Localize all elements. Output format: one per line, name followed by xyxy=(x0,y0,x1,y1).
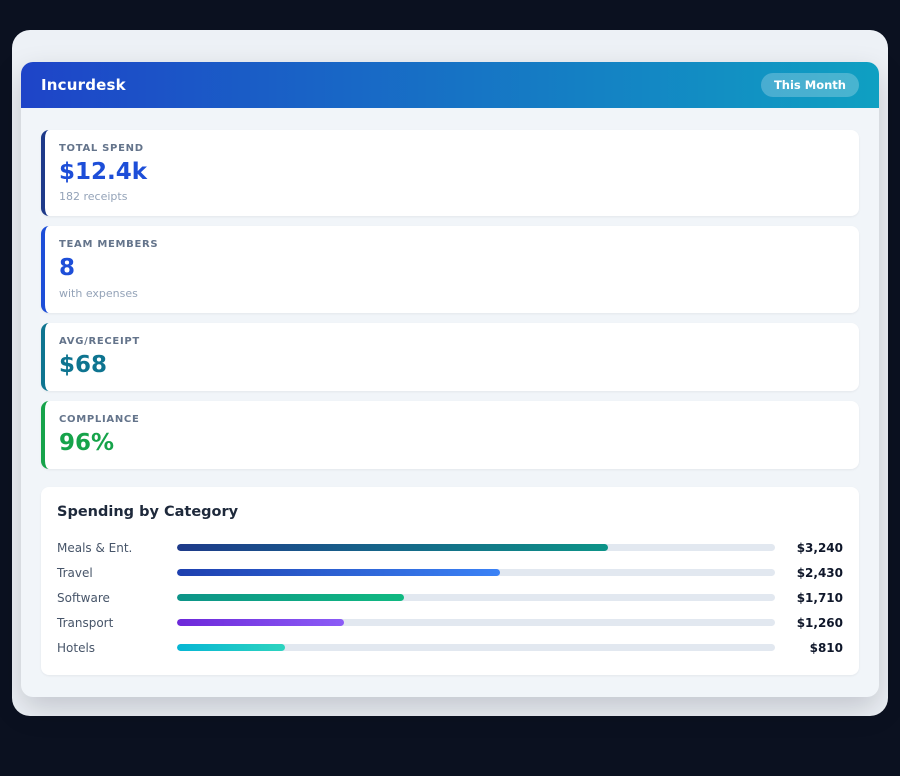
category-bar-track xyxy=(177,544,775,551)
category-bar-track xyxy=(177,594,775,601)
category-value: $810 xyxy=(785,641,843,655)
category-list: Meals & Ent. $3,240 Travel $2,430 Softwa… xyxy=(57,535,843,660)
category-value: $3,240 xyxy=(785,541,843,555)
stat-value: $12.4k xyxy=(59,160,843,185)
category-value: $2,430 xyxy=(785,566,843,580)
stat-card: AVG/RECEIPT $68 xyxy=(41,323,859,391)
category-label: Software xyxy=(57,591,177,605)
stat-value: 96% xyxy=(59,431,843,456)
category-bar-fill xyxy=(177,569,500,576)
category-bar-fill xyxy=(177,619,344,626)
stat-card: TEAM MEMBERS 8 with expenses xyxy=(41,226,859,312)
category-row: Meals & Ent. $3,240 xyxy=(57,535,843,560)
stat-label: COMPLIANCE xyxy=(59,414,843,425)
page-panel: Incurdesk This Month TOTAL SPEND $12.4k … xyxy=(12,30,888,716)
card-header: Incurdesk This Month xyxy=(21,62,879,108)
category-bar-fill xyxy=(177,644,285,651)
spending-title: Spending by Category xyxy=(57,504,843,520)
category-value: $1,260 xyxy=(785,616,843,630)
stat-value: $68 xyxy=(59,353,843,378)
app-title: Incurdesk xyxy=(41,76,126,94)
category-label: Hotels xyxy=(57,641,177,655)
stat-label: TOTAL SPEND xyxy=(59,143,843,154)
category-row: Transport $1,260 xyxy=(57,610,843,635)
category-value: $1,710 xyxy=(785,591,843,605)
stat-label: TEAM MEMBERS xyxy=(59,239,843,250)
stat-subtitle: with expenses xyxy=(59,287,843,300)
category-label: Meals & Ent. xyxy=(57,541,177,555)
category-row: Travel $2,430 xyxy=(57,560,843,585)
category-bar-fill xyxy=(177,594,404,601)
stat-subtitle: 182 receipts xyxy=(59,190,843,203)
category-label: Travel xyxy=(57,566,177,580)
stat-label: AVG/RECEIPT xyxy=(59,336,843,347)
stat-card: COMPLIANCE 96% xyxy=(41,401,859,469)
expense-dashboard-card: Incurdesk This Month TOTAL SPEND $12.4k … xyxy=(21,62,879,697)
category-bar-track xyxy=(177,569,775,576)
spending-card: Spending by Category Meals & Ent. $3,240… xyxy=(41,487,859,675)
card-body: TOTAL SPEND $12.4k 182 receipts TEAM MEM… xyxy=(21,108,879,697)
category-bar-track xyxy=(177,644,775,651)
category-row: Software $1,710 xyxy=(57,585,843,610)
stat-value: 8 xyxy=(59,256,843,281)
category-bar-track xyxy=(177,619,775,626)
period-badge[interactable]: This Month xyxy=(761,73,859,97)
category-label: Transport xyxy=(57,616,177,630)
stat-card: TOTAL SPEND $12.4k 182 receipts xyxy=(41,130,859,216)
category-row: Hotels $810 xyxy=(57,635,843,660)
category-bar-fill xyxy=(177,544,608,551)
stats-list: TOTAL SPEND $12.4k 182 receipts TEAM MEM… xyxy=(41,130,859,469)
